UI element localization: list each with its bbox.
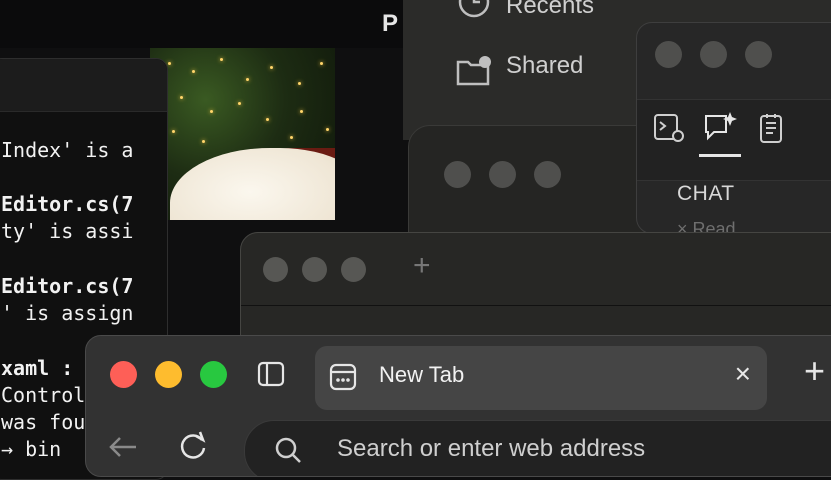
window-title-fragment: P <box>382 10 399 37</box>
window-close-button[interactable] <box>444 161 471 188</box>
window-zoom-button[interactable] <box>745 41 772 68</box>
window-minimize-button[interactable] <box>489 161 516 188</box>
terminal-line: → bin <box>1 437 62 461</box>
christmas-photo <box>150 48 335 220</box>
sidebar-item-label: Recents <box>506 0 595 19</box>
window-close-button[interactable] <box>110 361 137 388</box>
address-placeholder: Search or enter web address <box>337 435 646 462</box>
window-close-button[interactable] <box>263 257 288 282</box>
browser-window[interactable]: New Tab × + Search or enter web address <box>85 335 831 477</box>
window-minimize-button[interactable] <box>700 41 727 68</box>
terminal-line: Index' is a <box>1 138 134 162</box>
window-close-button[interactable] <box>655 41 682 68</box>
new-tab-page-icon <box>329 363 357 391</box>
sidebar-toggle-icon[interactable] <box>257 360 285 388</box>
window-zoom-button[interactable] <box>341 257 366 282</box>
address-bar[interactable]: Search or enter web address <box>244 420 831 476</box>
tab-new-tab[interactable]: New Tab × <box>315 346 767 410</box>
chat-section-label: CHAT <box>677 182 735 205</box>
tab-title: New Tab <box>379 362 465 387</box>
terminal-line: Controls <box>1 383 98 407</box>
search-icon <box>275 437 301 463</box>
chat-sparkle-icon[interactable] <box>703 110 737 144</box>
background-window <box>0 0 405 48</box>
terminal-line: Editor.cs(7 <box>1 192 134 216</box>
terminal-titlebar[interactable] <box>0 59 167 112</box>
chat-panel-window[interactable]: CHAT × Read <box>636 22 831 234</box>
debug-console-icon[interactable] <box>653 112 685 144</box>
active-tab-indicator <box>699 154 741 157</box>
reload-icon[interactable] <box>176 430 210 462</box>
terminal-line: ty' is assi <box>1 219 134 243</box>
clock-icon <box>458 0 490 18</box>
terminal-line: ' is assign <box>1 301 134 325</box>
sidebar-item-label: Shared <box>506 52 584 79</box>
terminal-line: xaml : <box>1 356 74 380</box>
new-tab-button[interactable]: + <box>413 249 431 283</box>
window-zoom-button[interactable] <box>534 161 561 188</box>
new-tab-button[interactable]: + <box>804 350 825 392</box>
terminal-line: Editor.cs(7 <box>1 274 134 298</box>
sidebar-item-shared[interactable]: Shared <box>456 52 584 86</box>
close-tab-icon[interactable]: × <box>735 358 751 390</box>
terminal-line: was fou <box>1 410 86 434</box>
window-zoom-button[interactable] <box>200 361 227 388</box>
notes-icon[interactable] <box>757 112 787 144</box>
back-arrow-icon[interactable] <box>106 432 140 462</box>
divider <box>241 305 831 306</box>
window-minimize-button[interactable] <box>302 257 327 282</box>
window-minimize-button[interactable] <box>155 361 182 388</box>
photo-white-fur <box>170 148 335 220</box>
sidebar-item-recents[interactable]: Recents <box>458 0 595 20</box>
chat-toolbar <box>637 99 831 181</box>
shared-folder-icon <box>456 56 491 86</box>
